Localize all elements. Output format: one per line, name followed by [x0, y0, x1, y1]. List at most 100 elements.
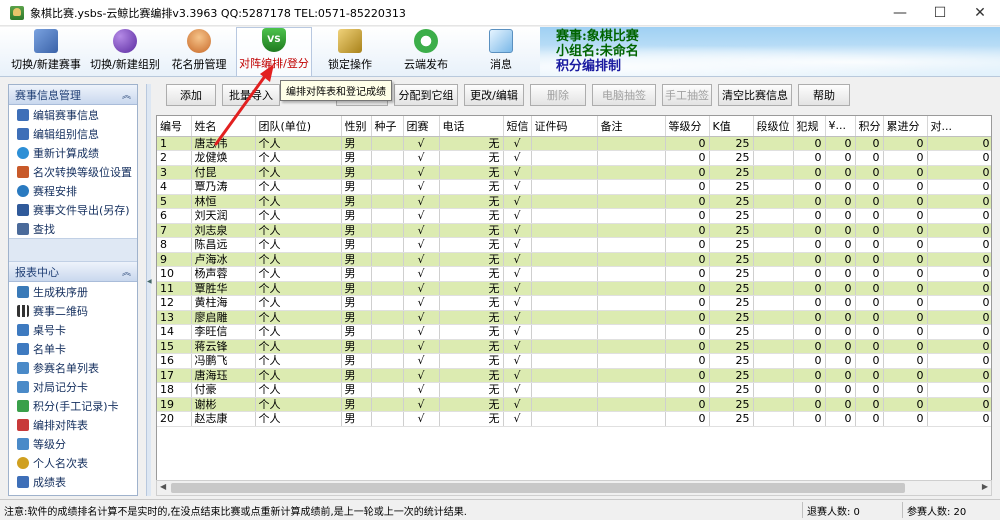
table-cell[interactable]: 无	[439, 339, 504, 354]
sidebar-item-rating[interactable]: 等级分	[9, 434, 137, 453]
table-cell[interactable]: 个人	[255, 368, 342, 383]
table-row[interactable]: 12 黄柱海 个人男 √ 无 √ 0 25 0 0 0 0 0	[157, 295, 991, 311]
table-cell[interactable]: 男	[341, 165, 372, 180]
table-cell[interactable]	[753, 397, 794, 412]
add-button[interactable]: 添加	[166, 84, 216, 106]
table-cell[interactable]: 无	[439, 208, 504, 224]
table-row[interactable]: 6 刘天润 个人男 √ 无 √ 0 25 0 0 0 0 0	[157, 208, 991, 224]
table-cell[interactable]: √	[503, 281, 532, 296]
sidebar-item-order-book[interactable]: 生成秩序册	[9, 282, 137, 301]
table-cell[interactable]: 0	[665, 237, 710, 253]
column-header[interactable]: 段级位	[753, 116, 794, 137]
table-cell[interactable]: 2	[157, 150, 192, 166]
table-cell[interactable]	[753, 237, 794, 253]
table-cell[interactable]: 9	[157, 252, 192, 267]
sidebar-item-scorecard[interactable]: 对局记分卡	[9, 377, 137, 396]
table-cell[interactable]: 18	[157, 382, 192, 398]
table-cell[interactable]: 0	[825, 223, 856, 238]
table-cell[interactable]: 0	[793, 339, 826, 354]
table-cell[interactable]	[531, 223, 598, 238]
column-header[interactable]: 等级分	[665, 116, 710, 137]
table-cell[interactable]: 0	[825, 179, 856, 195]
horizontal-scrollbar[interactable]: ◀ ▶	[156, 480, 992, 496]
table-cell[interactable]: 19	[157, 397, 192, 412]
maximize-button[interactable]: ☐	[920, 0, 960, 26]
table-cell[interactable]	[371, 252, 404, 267]
table-cell[interactable]: 男	[341, 237, 372, 253]
column-header[interactable]: 短信	[503, 116, 532, 137]
table-cell[interactable]: 0	[793, 411, 826, 427]
table-cell[interactable]: 0	[883, 223, 928, 238]
sidebar-item-results[interactable]: 成绩表	[9, 472, 137, 491]
table-cell[interactable]: √	[403, 295, 440, 311]
table-cell[interactable]: 0	[855, 266, 884, 282]
table-cell[interactable]: 男	[341, 266, 372, 282]
table-cell[interactable]: 0	[927, 165, 991, 180]
table-cell[interactable]: 0	[855, 324, 884, 340]
table-cell[interactable]: 0	[665, 179, 710, 195]
table-cell[interactable]: 0	[927, 382, 991, 398]
table-cell[interactable]	[531, 324, 598, 340]
table-cell[interactable]: 4	[157, 179, 192, 195]
table-cell[interactable]: 16	[157, 353, 192, 369]
table-cell[interactable]: 0	[825, 411, 856, 427]
table-cell[interactable]: 0	[855, 194, 884, 209]
table-cell[interactable]: 25	[709, 310, 754, 325]
table-row[interactable]: 14 李旺信 个人男 √ 无 √ 0 25 0 0 0 0 0	[157, 324, 991, 340]
table-cell[interactable]: √	[403, 208, 440, 224]
table-cell[interactable]	[597, 368, 666, 383]
table-cell[interactable]	[753, 252, 794, 267]
table-cell[interactable]: 0	[855, 397, 884, 412]
table-cell[interactable]: 0	[825, 266, 856, 282]
table-cell[interactable]: 0	[883, 194, 928, 209]
table-cell[interactable]: 个人	[255, 252, 342, 267]
table-row[interactable]: 2 龙健焕 个人男 √ 无 √ 0 25 0 0 0 0 0	[157, 150, 991, 166]
table-cell[interactable]: 无	[439, 136, 504, 151]
table-cell[interactable]: 个人	[255, 223, 342, 238]
table-cell[interactable]: 个人	[255, 150, 342, 166]
table-cell[interactable]: 0	[793, 353, 826, 369]
table-cell[interactable]: 0	[855, 252, 884, 267]
table-cell[interactable]	[371, 237, 404, 253]
table-cell[interactable]: 个人	[255, 208, 342, 224]
table-cell[interactable]: 0	[665, 194, 710, 209]
table-cell[interactable]: 无	[439, 252, 504, 267]
table-cell[interactable]: 25	[709, 281, 754, 296]
table-cell[interactable]: 0	[793, 295, 826, 311]
table-cell[interactable]: 20	[157, 411, 192, 427]
table-cell[interactable]: 男	[341, 368, 372, 383]
table-cell[interactable]: 个人	[255, 165, 342, 180]
table-cell[interactable]: √	[503, 237, 532, 253]
table-row[interactable]: 3 付昆 个人男 √ 无 √ 0 25 0 0 0 0 0	[157, 165, 991, 180]
table-cell[interactable]: 0	[665, 324, 710, 340]
table-cell[interactable]: 男	[341, 252, 372, 267]
table-cell[interactable]	[753, 295, 794, 311]
table-row[interactable]: 15 蒋云锋 个人男 √ 无 √ 0 25 0 0 0 0 0	[157, 339, 991, 354]
table-cell[interactable]: √	[403, 136, 440, 151]
close-button[interactable]: ✕	[960, 0, 1000, 26]
table-cell[interactable]: 0	[883, 310, 928, 325]
table-cell[interactable]	[597, 411, 666, 427]
table-cell[interactable]: 0	[825, 324, 856, 340]
table-cell[interactable]	[597, 281, 666, 296]
table-cell[interactable]: 0	[883, 353, 928, 369]
table-cell[interactable]: √	[503, 368, 532, 383]
table-cell[interactable]: 陈昌远	[191, 237, 256, 253]
table-cell[interactable]: √	[503, 397, 532, 412]
help-button[interactable]: 帮助	[798, 84, 850, 106]
table-cell[interactable]: 0	[883, 237, 928, 253]
table-cell[interactable]	[597, 179, 666, 195]
sidebar-item-edit-event[interactable]: 编辑赛事信息	[9, 105, 137, 124]
table-cell[interactable]: 25	[709, 252, 754, 267]
table-cell[interactable]: 0	[665, 150, 710, 166]
auto-draw-button[interactable]: 电脑抽签	[592, 84, 656, 106]
table-cell[interactable]: 0	[855, 281, 884, 296]
sidebar-item-name-card[interactable]: 名单卡	[9, 339, 137, 358]
table-cell[interactable]	[531, 411, 598, 427]
sidebar-item-schedule[interactable]: 赛程安排	[9, 181, 137, 200]
table-cell[interactable]: 0	[793, 324, 826, 340]
table-cell[interactable]: 0	[883, 165, 928, 180]
sidebar-item-pairing-table[interactable]: 编排对阵表	[9, 415, 137, 434]
collapse-icon[interactable]: ︽	[122, 88, 131, 101]
clear-match-button[interactable]: 清空比赛信息	[718, 84, 792, 106]
